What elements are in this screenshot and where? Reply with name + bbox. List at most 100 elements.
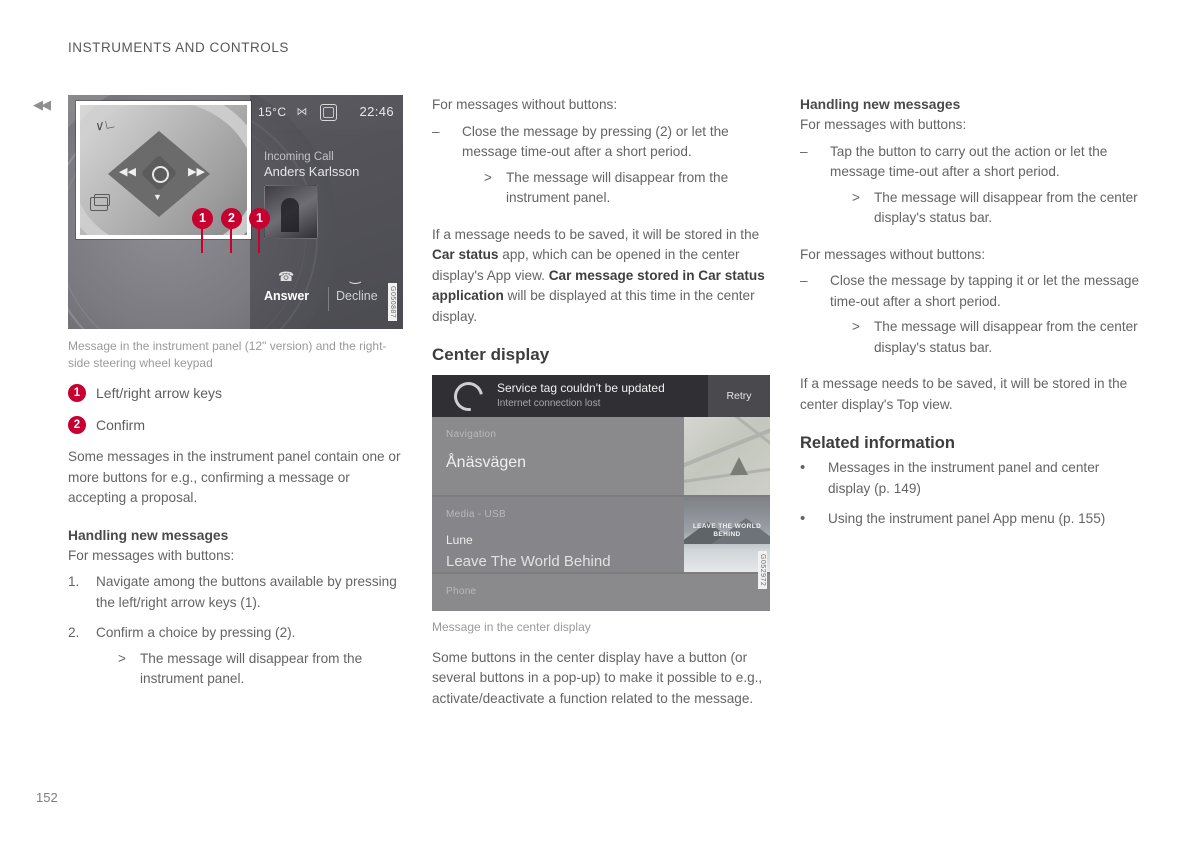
temperature-reading: 15°C: [258, 104, 287, 119]
legend-item-2: 2 Confirm: [68, 415, 403, 435]
dash-substep: > The message will disappear from the ce…: [852, 317, 1140, 358]
legend-label-1: Left/right arrow keys: [96, 385, 223, 401]
mid-saved-paragraph: If a message needs to be saved, it will …: [432, 225, 772, 328]
step-substep: > The message will disappear from the in…: [118, 649, 403, 690]
left-column: 20 0 230 260 15°C ⋈ 22:46 Incoming Call …: [68, 95, 403, 706]
left-intro-paragraph: Some messages in the instrument panel co…: [68, 449, 401, 505]
dash-text: Close the message by tapping it or let t…: [830, 273, 1140, 309]
media-tile[interactable]: Media - USB Lune Leave The World Behind …: [432, 497, 770, 603]
center-display-notification[interactable]: Service tag couldn't be updated Internet…: [432, 375, 770, 417]
notification-subtitle: Internet connection lost: [497, 398, 601, 410]
media-tile-main: Media - USB Lune Leave The World Behind …: [432, 497, 684, 603]
substep-text: The message will disappear from the inst…: [506, 169, 729, 206]
instrument-status-bar: 15°C ⋈ 22:46: [250, 95, 403, 129]
middle-column: For messages without buttons: – Close th…: [432, 95, 772, 726]
mid-without-buttons-lead: For messages without buttons:: [432, 97, 618, 112]
substep-marker: >: [852, 189, 860, 205]
substep-marker: >: [118, 650, 126, 666]
answer-button[interactable]: Answer: [264, 286, 309, 307]
left-handling-heading: Handling new messages: [68, 527, 229, 543]
answer-phone-icon: ☎: [278, 268, 295, 284]
substep-marker: >: [484, 169, 492, 185]
navigation-tile-main: Navigation Ånäsvägen: [432, 417, 684, 495]
list-item[interactable]: • Using the instrument panel App menu (p…: [800, 509, 1140, 530]
legend-badge-1: 1: [68, 384, 86, 402]
album-art-title: LEAVE THE WORLD BEHIND: [692, 523, 762, 539]
dash-body: Close the message by pressing (2) or let…: [462, 122, 772, 209]
media-tile-label: Media - USB: [446, 509, 506, 520]
figure-instrument-panel: 20 0 230 260 15°C ⋈ 22:46 Incoming Call …: [68, 95, 403, 329]
dash-marker: –: [800, 273, 808, 288]
right-without-buttons-list: – Close the message by tapping it or let…: [800, 271, 1140, 358]
related-link[interactable]: Using the instrument panel App menu (p. …: [828, 509, 1140, 530]
caller-photo: [264, 185, 318, 239]
phone-tile-main: Phone Telenor: [432, 574, 770, 611]
right-without-buttons-lead: For messages without buttons:: [800, 246, 986, 262]
down-arrow-key-icon[interactable]: ▼: [153, 193, 162, 202]
list-item: 1. Navigate among the buttons available …: [68, 572, 403, 613]
navigation-street-name: Ånäsvägen: [446, 453, 527, 471]
phone-carrier: Telenor: [446, 610, 770, 612]
step-body: Confirm a choice by pressing (2). > The …: [96, 623, 403, 690]
gauge-tick: [68, 325, 69, 329]
dash-marker: –: [800, 143, 808, 159]
incoming-call-panel: Incoming Call Anders Karlsson ☎ ‿ Answer…: [250, 129, 403, 329]
dash-body: Close the message by tapping it or let t…: [830, 271, 1140, 358]
substep-text: The message will disappear from the cent…: [874, 189, 1138, 226]
dash-substep: > The message will disappear from the in…: [484, 168, 772, 209]
dash-marker: –: [432, 123, 440, 139]
spinner-icon: [448, 375, 489, 417]
figure-center-display: Service tag couldn't be updated Internet…: [432, 375, 770, 611]
navigation-tile[interactable]: Navigation Ånäsvägen: [432, 417, 770, 497]
phone-tile-label: Phone: [446, 586, 477, 597]
bullet-icon: •: [800, 510, 806, 527]
map-road: [684, 465, 770, 484]
legend-label-2: Confirm: [96, 417, 146, 433]
map-preview: [684, 417, 770, 495]
caller-name: Anders Karlsson: [264, 164, 360, 179]
dash-text: Close the message by pressing (2) or let…: [462, 123, 729, 160]
callout-badge-1: 1: [192, 208, 213, 229]
navigation-arrow-icon: [730, 457, 748, 475]
wiper-icon: ⋈: [296, 105, 308, 118]
right-column: Handling new messages For messages with …: [800, 95, 1140, 540]
callout-leader-1: [201, 226, 203, 253]
navigation-map-thumbnail[interactable]: [684, 417, 770, 495]
car-status-bold: Car status: [432, 247, 499, 262]
media-track: Leave The World Behind: [446, 553, 611, 570]
confirm-ring-icon: [152, 166, 169, 183]
step-text: Confirm a choice by pressing (2).: [96, 625, 296, 640]
dash-text: Tap the button to carry out the action o…: [830, 143, 1108, 180]
callout-badge-2: 2: [221, 208, 242, 229]
map-road: [684, 420, 770, 470]
bullet-icon: •: [800, 459, 806, 476]
figure-caption-instrument-panel: Message in the instrument panel (12" ver…: [68, 339, 387, 370]
retry-button[interactable]: Retry: [708, 375, 770, 417]
saved-part-1: If a message needs to be saved, it will …: [432, 226, 760, 242]
back-chevron-icon[interactable]: ◀◀: [33, 98, 51, 111]
callout-badge-3: 1: [249, 208, 270, 229]
left-with-buttons-lead: For messages with buttons:: [68, 547, 235, 563]
right-with-buttons-list: – Tap the button to carry out the action…: [800, 142, 1140, 229]
step-marker: 2.: [68, 625, 80, 640]
substep-text: The message will disappear from the cent…: [874, 319, 1138, 355]
decline-button[interactable]: Decline: [336, 286, 378, 307]
legend-badge-2: 2: [68, 416, 86, 434]
left-arrow-key-icon[interactable]: ◀◀: [119, 167, 136, 178]
list-item: – Close the message by pressing (2) or l…: [432, 122, 772, 209]
related-link[interactable]: Messages in the instrument panel and cen…: [828, 458, 1140, 499]
figure-reference-code: G052972: [758, 550, 767, 589]
right-handling-heading: Handling new messages: [800, 97, 961, 112]
related-links-list: • Messages in the instrument panel and c…: [800, 458, 1140, 530]
legend-item-1: 1 Left/right arrow keys: [68, 383, 403, 403]
clock-readout: 22:46: [359, 103, 394, 119]
list-item[interactable]: • Messages in the instrument panel and c…: [800, 458, 1140, 499]
right-arrow-key-icon[interactable]: ▶▶: [188, 167, 205, 178]
phone-tile[interactable]: Phone Telenor: [432, 574, 770, 611]
mid-dash-list: – Close the message by pressing (2) or l…: [432, 122, 772, 209]
right-saved-paragraph: If a message needs to be saved, it will …: [800, 376, 1128, 412]
center-display-heading: Center display: [432, 345, 550, 364]
list-item: – Close the message by tapping it or let…: [800, 271, 1140, 358]
step-marker: 1.: [68, 574, 80, 589]
media-artist: Lune: [446, 532, 473, 547]
